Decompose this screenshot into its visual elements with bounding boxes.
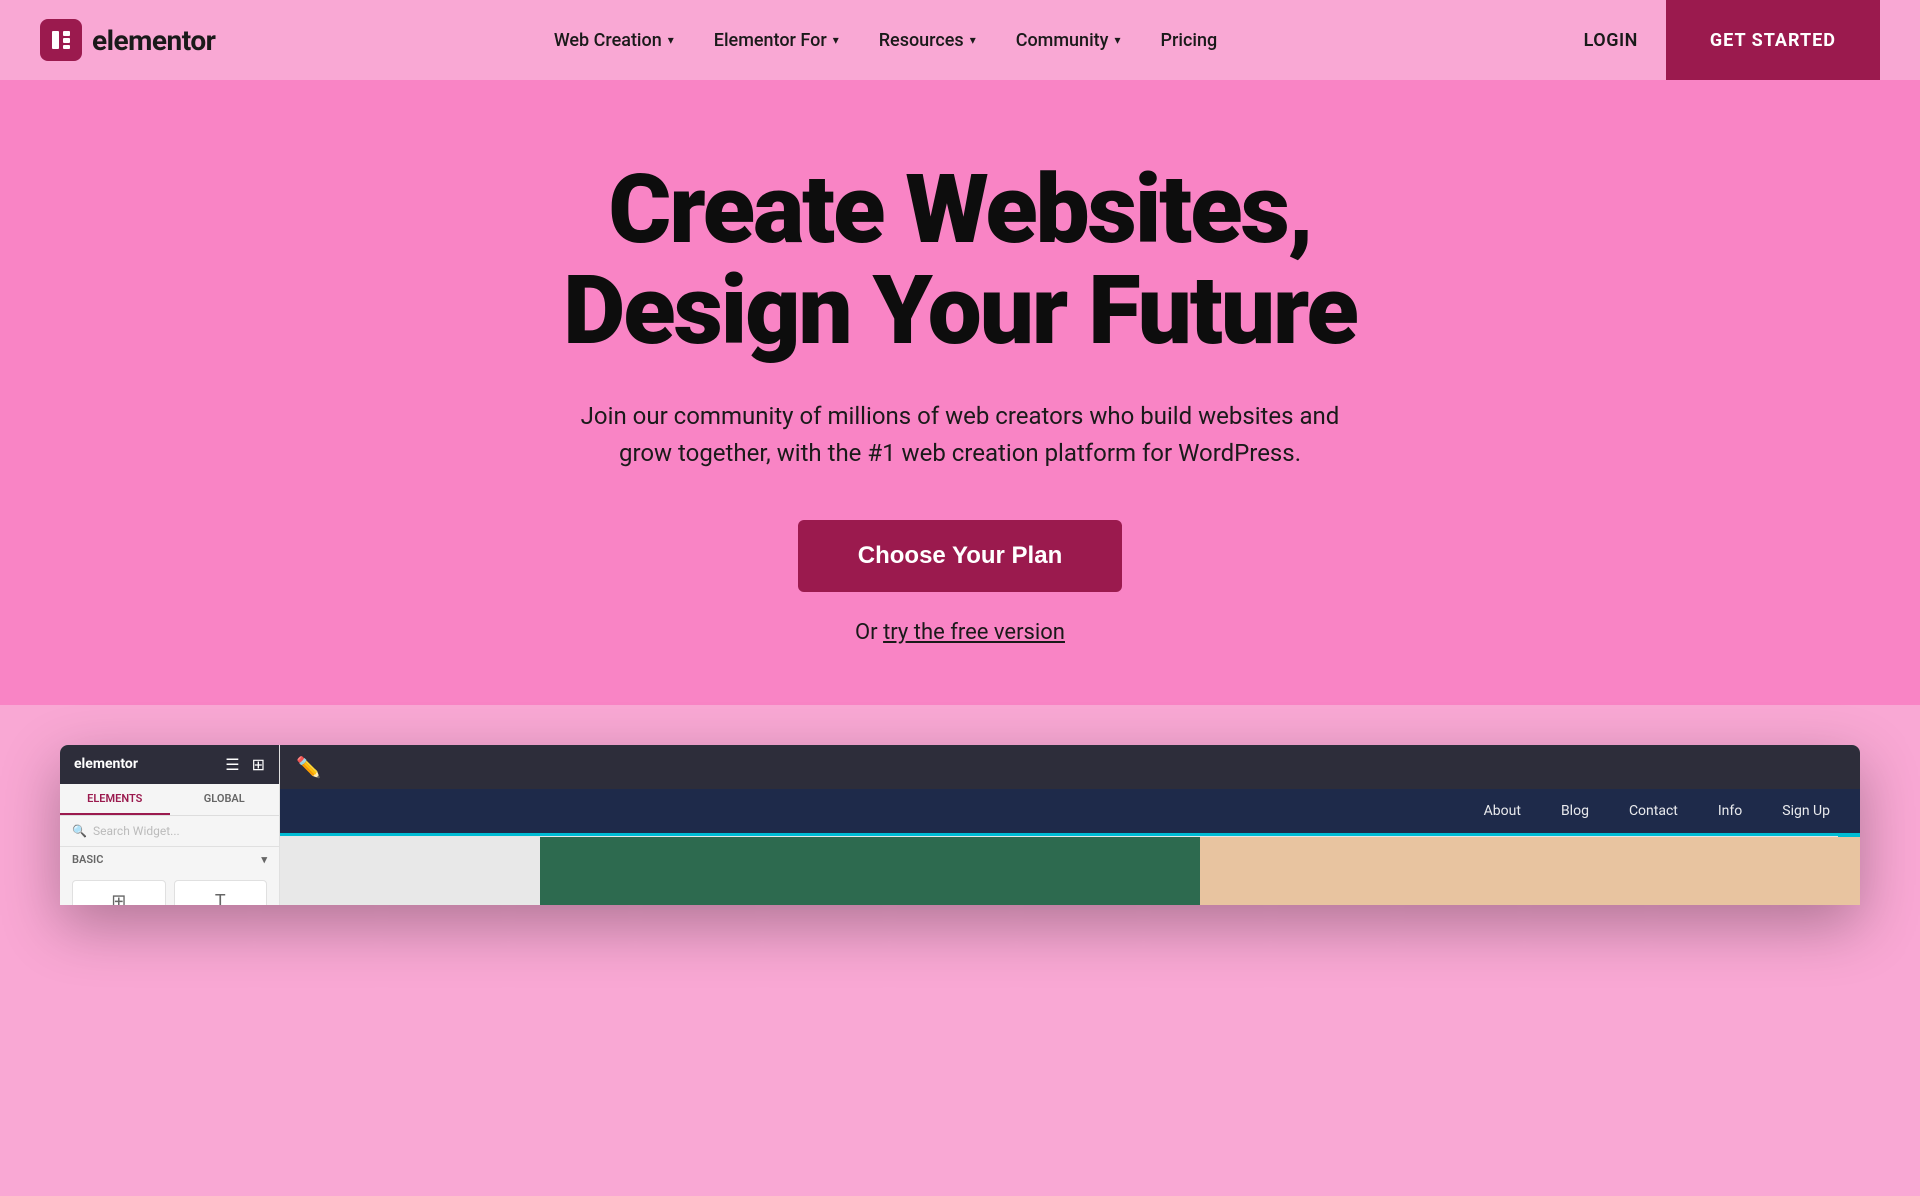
nav-item-elementor-for[interactable]: Elementor For ▾ [698,22,855,59]
canvas-toolbar: ✏️ [280,745,1860,789]
header: elementor Web Creation ▾ Elementor For ▾… [0,0,1920,80]
hero-bg-green [540,837,1266,905]
free-version-link[interactable]: try the free version [883,620,1065,645]
editor-sidebar-icon-group: ☰ ⊞ [225,755,265,774]
website-preview: About Blog Contact Info Sign Up ⊞ [280,789,1860,905]
hero-section: Create Websites, Design Your Future Join… [0,80,1920,705]
chevron-down-icon: ▾ [833,33,839,47]
editor-widgets: ⊞ Columns T Heading [60,872,279,905]
editor-section-label: BASIC ▾ [60,847,279,872]
header-actions: LOGIN GET STARTED [1556,0,1880,80]
nav-item-web-creation[interactable]: Web Creation ▾ [538,22,690,59]
heading-icon: T [215,891,226,905]
canvas-content: About Blog Contact Info Sign Up ⊞ [280,789,1860,905]
chevron-down-icon: ▾ [668,33,674,47]
chevron-down-icon: ▾ [261,853,267,866]
pen-tool-icon[interactable]: ✏️ [296,755,321,779]
widget-columns[interactable]: ⊞ Columns [72,880,166,905]
main-nav: Web Creation ▾ Elementor For ▾ Resources… [538,22,1233,59]
editor-search-area: 🔍 Search Widget... [60,816,279,847]
hero-title: Create Websites, Design Your Future [410,160,1510,362]
nav-item-pricing[interactable]: Pricing [1145,22,1234,59]
grid-icon[interactable]: ⊞ [252,755,265,774]
website-nav: About Blog Contact Info Sign Up [280,789,1860,833]
editor-tabs: ELEMENTS GLOBAL [60,784,279,816]
choose-plan-button[interactable]: Choose Your Plan [798,520,1122,592]
chevron-down-icon: ▾ [970,33,976,47]
nav-item-community[interactable]: Community ▾ [1000,22,1137,59]
website-nav-blog: Blog [1561,803,1589,819]
editor-canvas: ✏️ About Blog Contact Info Sign Up ⊞ [280,745,1860,905]
editor-sidebar-header: elementor ☰ ⊞ [60,745,279,784]
editor-preview: elementor ☰ ⊞ ELEMENTS GLOBAL 🔍 Search W… [60,745,1860,905]
login-button[interactable]: LOGIN [1556,20,1666,61]
website-nav-about: About [1484,803,1521,819]
hero-bg-peach [1200,837,1860,905]
hamburger-icon[interactable]: ☰ [225,755,239,774]
tab-elements[interactable]: ELEMENTS [60,784,170,815]
search-icon: 🔍 [72,824,87,838]
website-nav-signup: Sign Up [1782,803,1830,819]
columns-icon: ⊞ [111,891,126,905]
nav-item-resources[interactable]: Resources ▾ [863,22,992,59]
logo[interactable]: elementor [40,19,215,61]
chevron-down-icon: ▾ [1114,33,1120,47]
selection-handle-bar: ⊞ [280,833,1860,836]
website-nav-contact: Contact [1629,803,1678,819]
elementor-logo-icon [40,19,82,61]
editor-logo: elementor [74,756,138,772]
logo-text: elementor [92,24,215,57]
widget-heading[interactable]: T Heading [174,880,268,905]
tab-global[interactable]: GLOBAL [170,784,280,815]
website-nav-info: Info [1718,803,1742,819]
website-hero-area [540,837,1860,905]
hero-subtitle: Join our community of millions of web cr… [570,398,1350,472]
get-started-button[interactable]: GET STARTED [1666,0,1880,80]
editor-sidebar: elementor ☰ ⊞ ELEMENTS GLOBAL 🔍 Search W… [60,745,280,905]
search-widget-input[interactable]: Search Widget... [93,824,180,838]
free-version-text: Or try the free version [40,620,1880,645]
